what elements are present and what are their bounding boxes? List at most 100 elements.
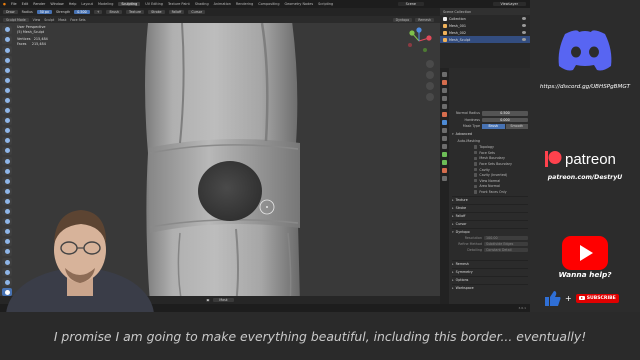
checkbox[interactable] xyxy=(474,162,478,166)
tab-geometry-nodes[interactable]: Geometry Nodes xyxy=(285,2,314,6)
tool-draw-sharp[interactable] xyxy=(2,36,12,44)
menu-view[interactable]: View xyxy=(33,18,41,22)
menu-file[interactable]: File xyxy=(11,2,17,6)
options-panel-header[interactable]: ▸ Options xyxy=(452,275,528,283)
menu-mask[interactable]: Mask xyxy=(58,18,66,22)
patreon-logo[interactable]: patreon xyxy=(544,150,616,168)
tab-sculpting[interactable]: Sculpting xyxy=(118,2,141,6)
mode-selector[interactable]: Sculpt Mode xyxy=(3,17,29,22)
tool-layer[interactable] xyxy=(2,76,12,85)
tool-scrape[interactable] xyxy=(2,147,12,155)
direction-toggle[interactable]: + xyxy=(93,10,103,14)
eye-icon[interactable] xyxy=(522,38,526,41)
radius-field[interactable]: 50 px xyxy=(36,10,52,14)
material-tab-icon[interactable] xyxy=(442,168,447,173)
modifier-tab-icon[interactable] xyxy=(442,128,447,133)
discord-link[interactable]: https://discord.gg/UBHSPgBMGT xyxy=(530,84,640,90)
auto-masking-checkbox-row[interactable]: Front Faces Only xyxy=(452,189,528,195)
menu-render[interactable]: Render xyxy=(33,2,45,6)
falloff-panel-header[interactable]: ▸ Falloff xyxy=(452,211,528,219)
brush-name[interactable]: Draw xyxy=(3,10,18,14)
tab-modeling[interactable]: Modeling xyxy=(98,2,113,6)
patreon-link[interactable]: patreon.com/DestryU xyxy=(530,174,640,181)
checkbox[interactable] xyxy=(474,151,478,155)
navigation-gizmo[interactable] xyxy=(404,26,434,56)
outliner-row[interactable]: Mesh_001 xyxy=(440,22,530,29)
remesh-toggle[interactable]: Remesh xyxy=(415,17,434,22)
tool-fill[interactable] xyxy=(2,137,12,145)
checkbox[interactable] xyxy=(474,145,478,149)
checkbox[interactable] xyxy=(474,156,478,161)
outliner-row-selected[interactable]: Mesh_Sculpt xyxy=(440,36,530,43)
tool-multiplane-scrape[interactable] xyxy=(2,157,12,165)
strength-field[interactable]: 0.500 xyxy=(74,10,90,14)
checkbox[interactable] xyxy=(474,173,478,177)
checkbox[interactable] xyxy=(474,190,478,194)
checkbox[interactable] xyxy=(474,167,478,172)
remesh-panel-header[interactable]: ▸ Remesh xyxy=(452,259,528,267)
data-tab-icon[interactable] xyxy=(442,160,447,165)
cursor-menu[interactable]: Cursor xyxy=(188,10,206,14)
pan-icon[interactable] xyxy=(426,71,434,79)
menu-edit[interactable]: Edit xyxy=(22,2,29,6)
world-tab-icon[interactable] xyxy=(442,112,447,117)
tab-rendering[interactable]: Rendering xyxy=(236,2,253,6)
outliner-row[interactable]: Mesh_002 xyxy=(440,29,530,36)
texture-menu[interactable]: Texture xyxy=(125,10,145,14)
tool-clay-strips[interactable] xyxy=(2,56,12,64)
render-tab-icon[interactable] xyxy=(442,80,447,85)
checkbox[interactable] xyxy=(474,184,478,189)
tool-blob[interactable] xyxy=(2,96,12,105)
symmetry-panel-header[interactable]: ▸ Symmetry xyxy=(452,267,528,275)
view-layer-tab-icon[interactable] xyxy=(442,96,447,101)
tab-compositing[interactable]: Compositing xyxy=(258,2,279,6)
tool-clay[interactable] xyxy=(2,46,12,54)
stroke-menu[interactable]: Stroke xyxy=(148,10,165,14)
zoom-icon[interactable] xyxy=(426,60,434,68)
tool-pinch[interactable] xyxy=(2,167,12,176)
falloff-menu[interactable]: Falloff xyxy=(168,10,185,14)
dyntopo-toggle[interactable]: Dyntopo xyxy=(392,17,413,22)
scene-selector[interactable]: Scene xyxy=(397,2,425,6)
particles-tab-icon[interactable] xyxy=(442,136,447,141)
menu-window[interactable]: Window xyxy=(50,2,63,6)
physics-tab-icon[interactable] xyxy=(442,144,447,149)
mask-type-brush[interactable]: Brush xyxy=(482,124,505,129)
footer-mask-field[interactable]: Mask xyxy=(213,298,234,302)
eye-icon[interactable] xyxy=(522,17,526,20)
thumbs-up-icon[interactable] xyxy=(545,290,561,306)
tool-inflate[interactable] xyxy=(2,86,12,95)
advanced-panel-header[interactable]: ▾ Advanced xyxy=(452,131,528,138)
brush-menu[interactable]: Brush xyxy=(106,10,122,14)
tool-smooth[interactable] xyxy=(2,116,12,125)
mask-type-smooth[interactable]: Smooth xyxy=(505,124,528,129)
normal-radius-field[interactable]: 0.500 xyxy=(482,111,528,116)
scene-tab-icon[interactable] xyxy=(442,104,447,109)
tool-clay-thumb[interactable] xyxy=(2,66,12,75)
tool-flatten[interactable] xyxy=(2,126,12,135)
perspective-icon[interactable] xyxy=(426,93,434,101)
hardness-field[interactable]: 0.000 xyxy=(482,117,528,123)
menu-sculpt[interactable]: Sculpt xyxy=(44,18,54,22)
texture-tab-icon[interactable] xyxy=(442,176,447,181)
tab-texture-paint[interactable]: Texture Paint xyxy=(168,2,190,6)
outliner-row[interactable]: Collection xyxy=(440,15,530,22)
blender-logo-icon[interactable]: ● xyxy=(3,2,6,6)
tool-crease[interactable] xyxy=(2,106,12,115)
youtube-icon[interactable] xyxy=(562,236,608,270)
tab-uv-editing[interactable]: UV Editing xyxy=(145,2,163,6)
tab-animation[interactable]: Animation xyxy=(214,2,231,6)
stroke-panel-header[interactable]: ▸ Stroke xyxy=(452,203,528,211)
texture-panel-header[interactable]: ▸ Texture xyxy=(452,195,528,203)
tab-layout[interactable]: Layout xyxy=(81,2,93,6)
dyntopo-panel-header[interactable]: ▾ Dyntopo xyxy=(452,227,528,235)
menu-face-sets[interactable]: Face Sets xyxy=(70,18,85,22)
eye-icon[interactable] xyxy=(522,24,526,27)
tool-draw[interactable] xyxy=(2,26,12,34)
workspace-panel-header[interactable]: ▸ Workspace xyxy=(452,283,528,291)
checkbox[interactable] xyxy=(474,179,478,183)
tool-tab-icon[interactable] xyxy=(442,72,447,77)
menu-help[interactable]: Help xyxy=(69,2,77,6)
discord-icon[interactable] xyxy=(557,28,613,72)
output-tab-icon[interactable] xyxy=(442,88,447,93)
